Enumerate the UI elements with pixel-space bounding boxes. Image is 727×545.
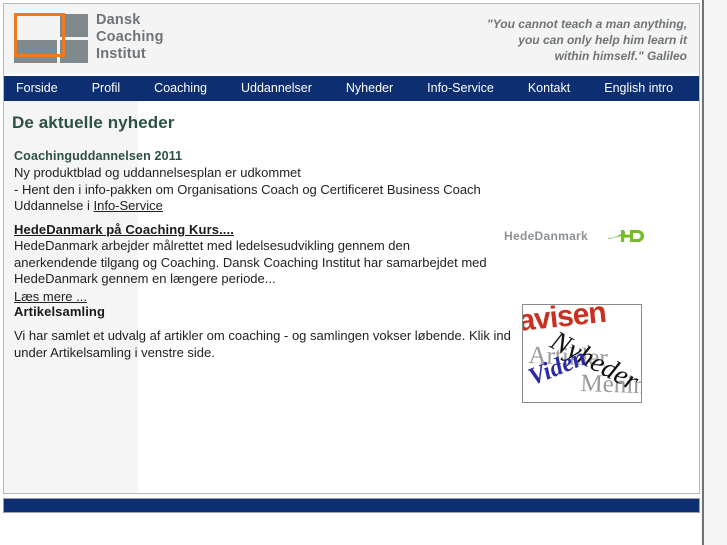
site-footer-bar (3, 498, 700, 513)
link-laes-mere-hededanmark[interactable]: Læs mere ... (14, 289, 87, 304)
hededanmark-logo-text: HedeDanmark (504, 229, 589, 243)
nav-item-kontakt[interactable]: Kontakt (511, 76, 587, 101)
news-body-artikelsamling: Vi har samlet et udvalg af artikler om c… (14, 328, 511, 360)
site-header: Dansk Coaching Institut "You cannot teac… (4, 4, 699, 75)
logo-line-2: Coaching (96, 29, 164, 45)
logo-wordmark: Dansk Coaching Institut (96, 12, 164, 63)
hededanmark-logo: HedeDanmark (504, 227, 649, 249)
link-info-service[interactable]: Info-Service (94, 198, 163, 213)
nav-link-uddannelser[interactable]: Uddannelser (224, 76, 329, 101)
nav-link-info-service[interactable]: Info-Service (410, 76, 511, 101)
page-title: De aktuelle nyheder (12, 113, 175, 132)
nav-item-uddannelser[interactable]: Uddannelser (224, 76, 329, 101)
vertical-scrollbar[interactable] (702, 0, 704, 545)
news-body-coachinguddannelsen-line2: - Hent den i info-pakken om Organisation… (14, 182, 514, 215)
quote-line-2: you can only help him learn it (518, 33, 687, 47)
nav-item-profil[interactable]: Profil (75, 76, 137, 101)
news-text-prefix: - Hent den i info-pakken om Organisation… (14, 181, 481, 214)
site-frame: Dansk Coaching Institut "You cannot teac… (3, 3, 700, 494)
nav-link-english-intro[interactable]: English intro (587, 76, 690, 101)
hededanmark-hd-mark-icon (607, 227, 647, 245)
news-body-hededanmark: HedeDanmark arbejder målrettet med ledel… (14, 238, 487, 286)
nav-link-coaching[interactable]: Coaching (137, 76, 224, 101)
quote-line-3: within himself." Galileo (554, 49, 687, 63)
nav-item-forside[interactable]: Forside (4, 76, 75, 101)
logo-mark-icon (14, 13, 88, 66)
news-heading-link-hededanmark[interactable]: HedeDanmark på Coaching Kurs.... (14, 222, 234, 237)
nav-item-coaching[interactable]: Coaching (137, 76, 224, 101)
quote-line-1: "You cannot teach a man anything, (487, 17, 687, 31)
nav-link-forside[interactable]: Forside (4, 76, 75, 101)
news-item-hededanmark: HedeDanmark på Coaching Kurs.... HedeDan… (14, 222, 684, 304)
nav-link-nyheder[interactable]: Nyheder (329, 76, 410, 101)
nav-item-nyheder[interactable]: Nyheder (329, 76, 410, 101)
main-navigation: Forside Profil Coaching Uddannelser Nyhe… (4, 75, 699, 101)
news-body-coachinguddannelsen-line1: Ny produktblad og uddannelsesplan er udk… (14, 165, 301, 180)
artikelsamling-collage-image[interactable]: avisen Artikler Mening Nyheder Viden (522, 304, 642, 403)
page-root: Dansk Coaching Institut "You cannot teac… (0, 0, 727, 545)
news-item-artikelsamling: Artikelsamling Vi har samlet et udvalg a… (14, 304, 684, 403)
nav-item-english-intro[interactable]: English intro (587, 76, 690, 101)
nav-link-profil[interactable]: Profil (75, 76, 137, 101)
right-gutter (701, 0, 727, 545)
page-body: De aktuelle nyheder Coachinguddannelsen … (4, 101, 699, 493)
footer-underline (3, 513, 700, 514)
news-item-coachinguddannelsen: Coachinguddannelsen 2011 Ny produktblad … (14, 149, 684, 215)
header-quote: "You cannot teach a man anything, you ca… (427, 16, 687, 64)
nav-link-kontakt[interactable]: Kontakt (511, 76, 587, 101)
nav-item-info-service[interactable]: Info-Service (410, 76, 511, 101)
news-heading-coachinguddannelsen: Coachinguddannelsen 2011 (14, 149, 183, 163)
logo-line-1: Dansk (96, 12, 141, 28)
site-logo[interactable]: Dansk Coaching Institut (10, 12, 240, 68)
logo-line-3: Institut (96, 46, 146, 62)
logo-orange-outline-icon (14, 13, 65, 57)
